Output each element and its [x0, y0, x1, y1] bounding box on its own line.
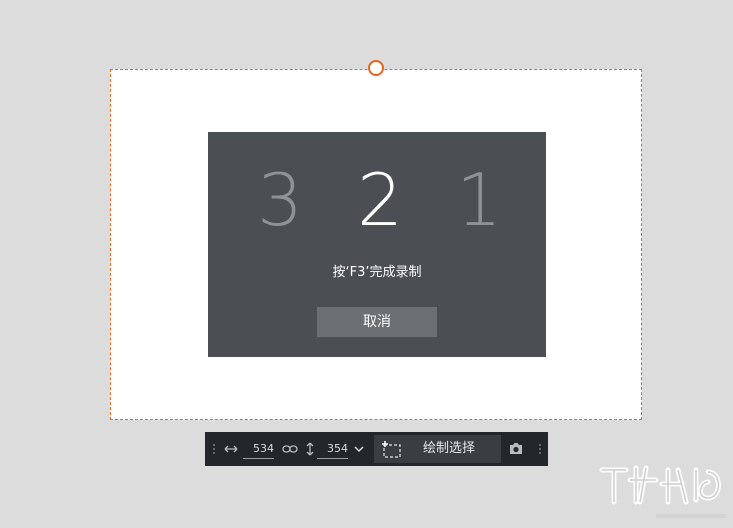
countdown-digit-3: 3 [257, 158, 303, 242]
finish-recording-hint: 按‘F3’完成录制 [332, 265, 422, 280]
draw-selection-label: 绘制选择 [422, 441, 475, 456]
region-resize-handle[interactable] [368, 60, 384, 76]
camera-icon[interactable] [507, 432, 525, 466]
draw-selection-button[interactable]: 绘制选择 [374, 435, 501, 463]
countdown-digit-1: 1 [456, 158, 502, 242]
toolbar-left-grip[interactable] [212, 443, 216, 455]
cancel-button[interactable]: 取消 [317, 307, 437, 337]
draw-selection-icon [381, 441, 401, 458]
toolbar-right-grip[interactable] [538, 443, 542, 455]
horizontal-arrows-icon [223, 432, 239, 466]
width-input[interactable]: 534 [243, 440, 274, 459]
link-icon[interactable] [281, 432, 299, 466]
countdown-digit-2: 2 [357, 158, 403, 242]
chevron-down-icon[interactable] [352, 432, 366, 466]
site-logo-watermark [596, 462, 731, 524]
vertical-arrows-icon [304, 432, 316, 466]
height-input[interactable]: 354 [317, 440, 348, 459]
